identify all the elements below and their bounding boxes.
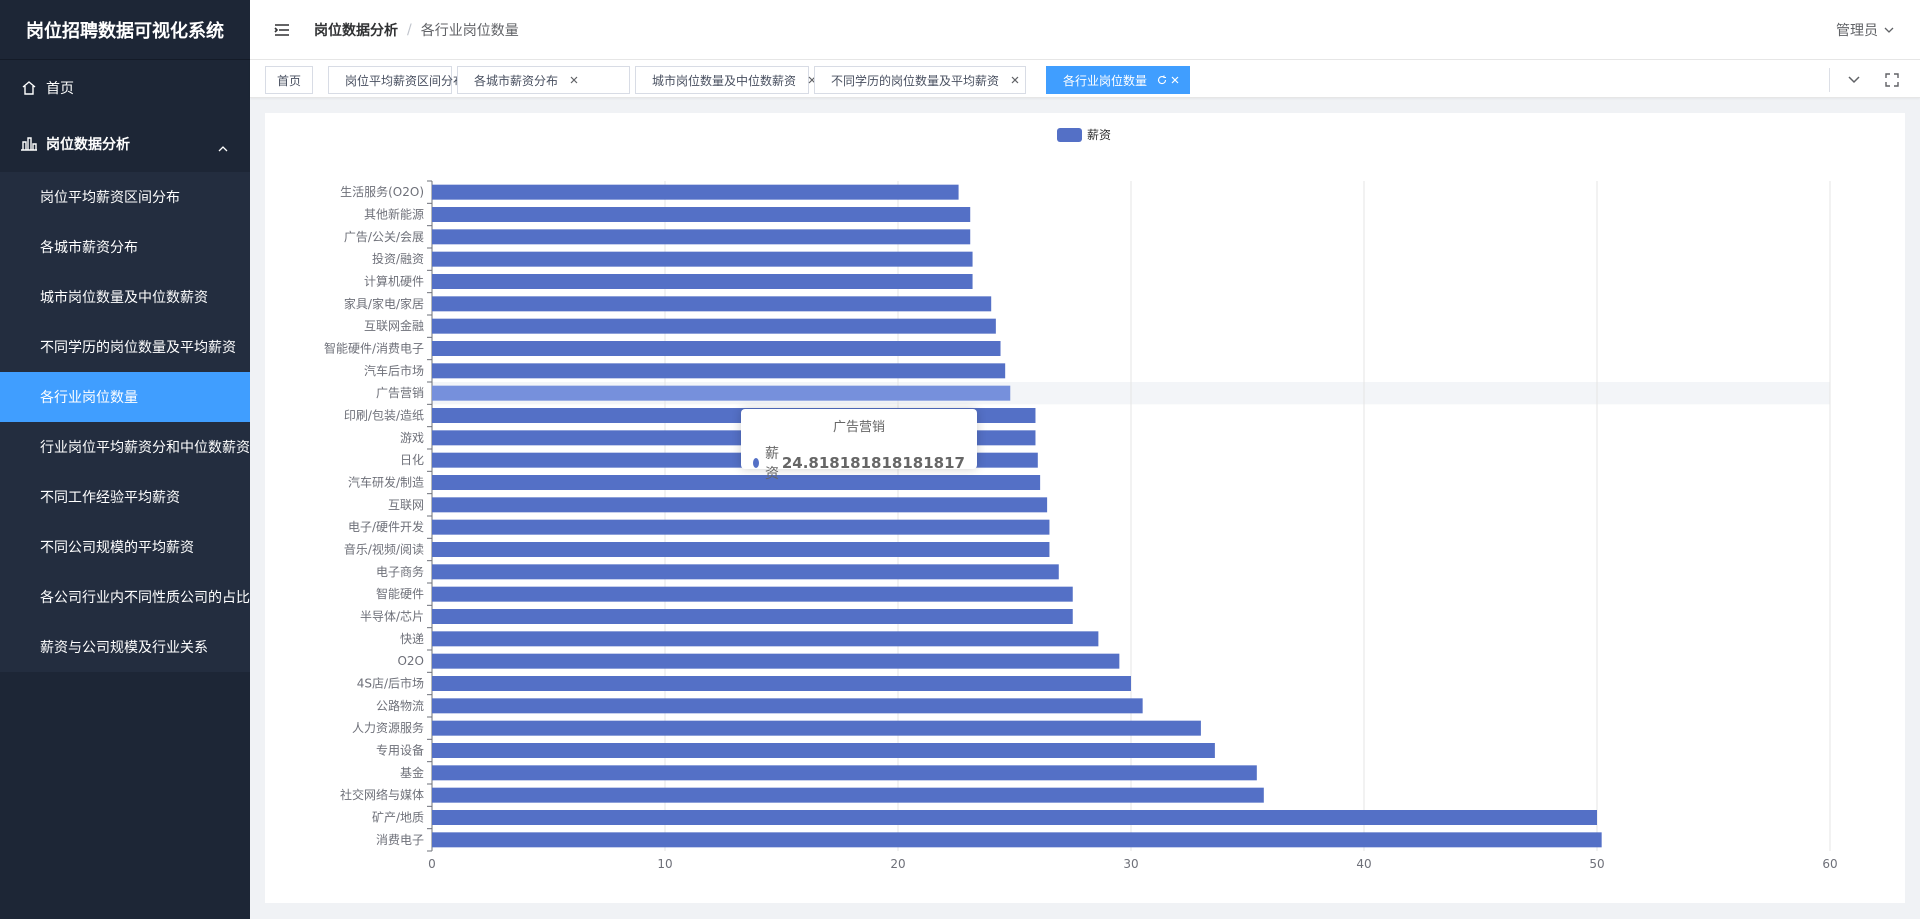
y-tick-label: 家具/家电/家居 (344, 296, 424, 311)
bar[interactable] (432, 564, 1059, 580)
bar[interactable] (432, 519, 1050, 535)
bar[interactable] (432, 743, 1215, 758)
y-tick-label: 广告营销 (376, 386, 424, 400)
bar[interactable] (432, 698, 1143, 714)
bar[interactable] (432, 207, 971, 222)
tooltip-value: 24.818181818181817 (781, 454, 965, 472)
bar[interactable] (432, 765, 1257, 781)
bar[interactable] (432, 251, 973, 267)
bar[interactable] (432, 787, 1264, 803)
y-tick-label: 电子/硬件开发 (348, 519, 424, 534)
y-tick-label: 矿产/地质 (372, 811, 424, 825)
y-tick-label: 互联网 (388, 498, 424, 512)
y-tick-label: 专用设备 (376, 743, 424, 758)
bar[interactable] (432, 631, 1099, 647)
y-tick-label: 智能硬件/消费电子 (324, 341, 424, 356)
y-tick-label: O2O (397, 654, 424, 668)
y-tick-label: 生活服务(O2O) (340, 184, 424, 199)
y-tick-label: 游戏 (400, 431, 424, 445)
tooltip-row: 薪资 24.818181818181817 (753, 443, 965, 483)
y-tick-label: 基金 (400, 765, 424, 780)
y-tick-label: 半导体/芯片 (360, 610, 424, 624)
bar[interactable] (432, 542, 1050, 557)
x-tick-label: 50 (1589, 857, 1604, 871)
y-tick-label: 投资/融资 (372, 251, 424, 266)
x-tick-label: 30 (1123, 857, 1138, 871)
tooltip-marker (753, 458, 760, 468)
bar[interactable] (432, 497, 1048, 513)
y-tick-label: 其他新能源 (364, 207, 424, 222)
y-tick-label: 智能硬件 (376, 586, 424, 601)
y-tick-label: 印刷/包装/造纸 (344, 409, 424, 423)
bar[interactable] (432, 609, 1073, 624)
x-tick-label: 20 (890, 857, 905, 871)
y-tick-label: 音乐/视频/阅读 (344, 542, 424, 557)
y-tick-label: 消费电子 (376, 833, 424, 847)
y-tick-label: 公路物流 (376, 698, 424, 713)
y-tick-label: 电子商务 (376, 564, 424, 579)
x-tick-label: 0 (428, 857, 436, 871)
y-tick-label: 计算机硬件 (364, 274, 424, 289)
y-tick-label: 人力资源服务 (352, 720, 424, 735)
chart-tooltip: 广告营销 薪资 24.818181818181817 (741, 409, 977, 482)
y-tick-label: 互联网金融 (364, 318, 424, 333)
tooltip-title: 广告营销 (832, 420, 885, 435)
bar[interactable] (432, 274, 973, 289)
bar[interactable] (432, 810, 1597, 825)
bar[interactable] (432, 586, 1073, 602)
x-tick-label: 60 (1822, 857, 1837, 871)
tooltip-series: 薪资 (765, 446, 780, 482)
y-tick-label: 快递 (400, 632, 424, 646)
bar[interactable] (432, 341, 1001, 356)
bar[interactable] (432, 832, 1602, 848)
y-tick-label: 4S店/后市场 (357, 676, 424, 691)
bar[interactable] (432, 653, 1120, 669)
bar[interactable] (432, 318, 996, 334)
x-tick-label: 10 (657, 857, 672, 871)
bar[interactable] (432, 676, 1131, 691)
y-tick-label: 汽车后市场 (364, 363, 424, 378)
y-tick-label: 广告/公关/会展 (344, 230, 424, 244)
bar[interactable] (432, 296, 992, 312)
bar[interactable] (432, 363, 1006, 379)
bar[interactable] (432, 184, 959, 200)
bar[interactable] (432, 720, 1201, 736)
bar[interactable] (432, 229, 971, 245)
y-tick-label: 日化 (400, 453, 424, 467)
y-tick-label: 汽车研发/制造 (348, 475, 424, 490)
bar[interactable] (432, 385, 1011, 401)
y-tick-label: 社交网络与媒体 (340, 787, 424, 802)
x-tick-label: 40 (1356, 857, 1371, 871)
